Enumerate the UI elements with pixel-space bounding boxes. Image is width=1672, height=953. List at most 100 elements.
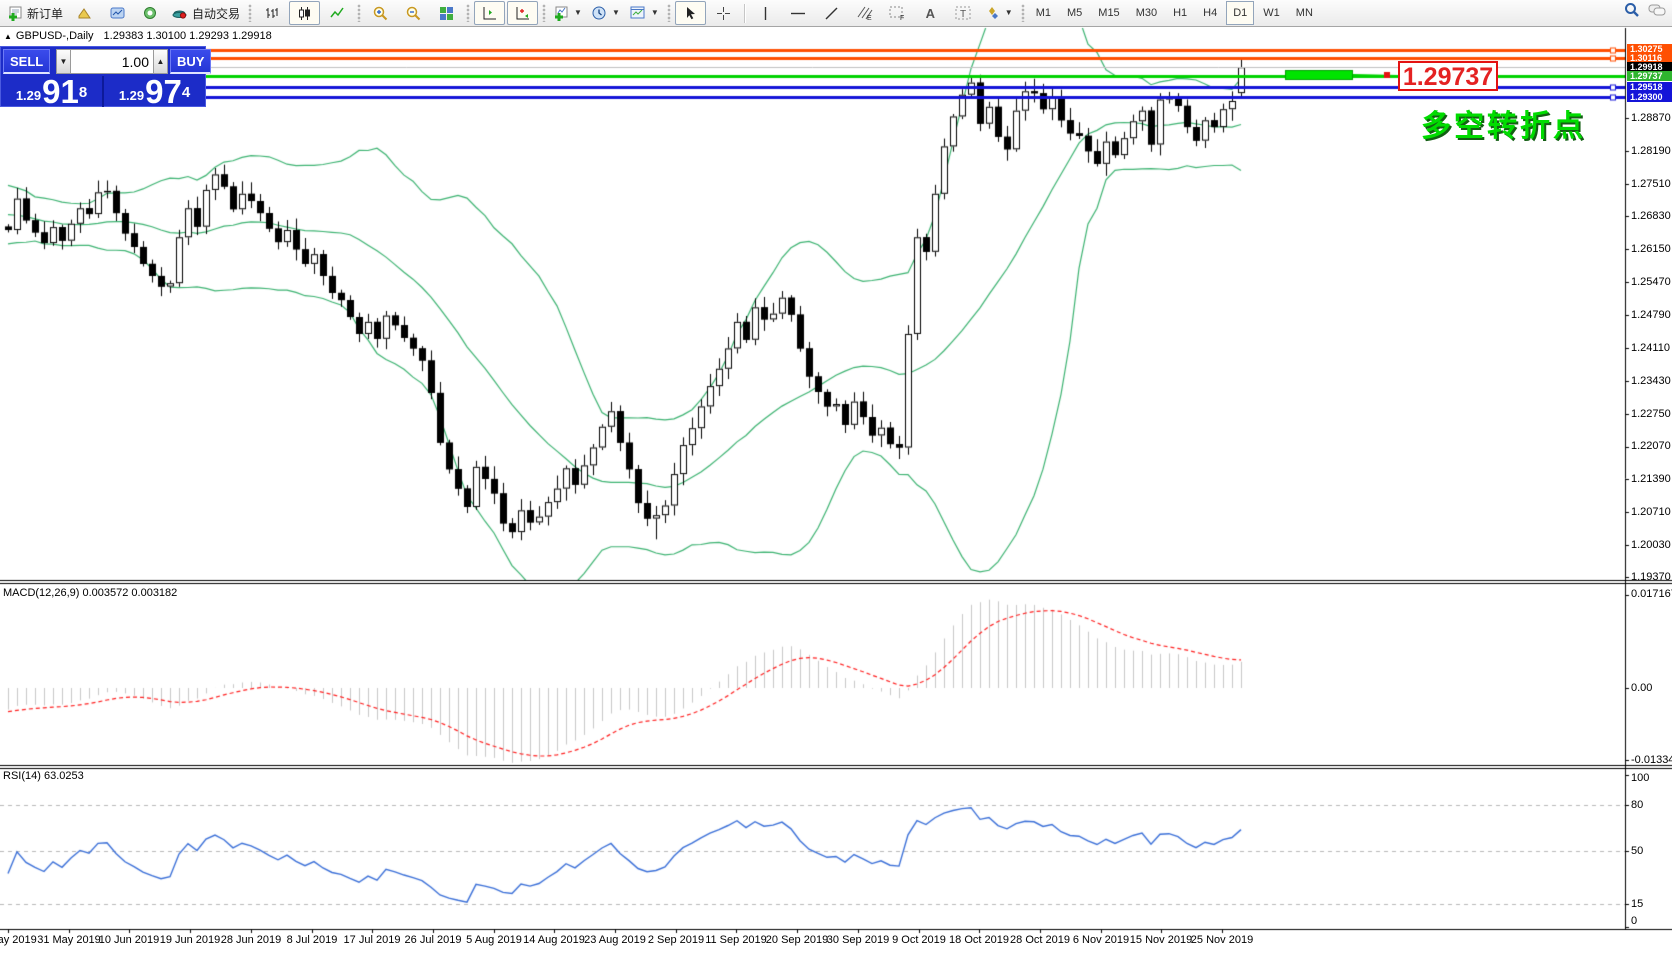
charts-window-icon	[110, 6, 126, 20]
svg-text:E: E	[867, 15, 872, 21]
date-label: 15 Nov 2019	[1130, 934, 1192, 946]
new-chart-icon	[554, 6, 569, 21]
main-toolbar: 新订单 自动交易 ▼ ▼ ▼ E F A T ▼ M1 M5 M15 M30 H…	[0, 0, 1672, 27]
search-icon[interactable]	[1624, 2, 1640, 18]
vertical-line-icon	[761, 6, 770, 21]
chat-icon[interactable]	[1648, 3, 1666, 18]
horizontal-line-icon	[790, 9, 806, 18]
rsi-scale-100: 100	[1631, 772, 1649, 784]
text-tool-button[interactable]: A	[915, 1, 946, 25]
volume-increase-button[interactable]: ▲	[153, 49, 168, 74]
shapes-dropdown[interactable]: ▼	[981, 1, 1017, 25]
date-label: 9 Oct 2019	[892, 934, 946, 946]
templates-dropdown[interactable]: ▼	[626, 1, 663, 25]
toolbar-grip	[357, 4, 361, 22]
buy-button[interactable]: BUY	[170, 49, 211, 74]
auto-scroll-icon	[482, 6, 497, 21]
charts-window-button[interactable]	[102, 1, 133, 25]
channel-icon: F	[889, 5, 906, 21]
date-label: 10 Jun 2019	[99, 934, 160, 946]
toolbar-grip	[248, 4, 252, 22]
zoom-in-button[interactable]	[365, 1, 396, 25]
data-window-button[interactable]	[135, 1, 166, 25]
zoom-out-icon	[406, 6, 422, 21]
timeframes-dropdown[interactable]: ▼	[588, 1, 624, 25]
text-icon: A	[926, 7, 935, 20]
price-tick: 1.22750	[1631, 408, 1671, 420]
price-badge: 1.29518	[1627, 82, 1672, 92]
timeframe-h1[interactable]: H1	[1166, 1, 1194, 25]
caret-down-icon: ▼	[612, 9, 620, 17]
tile-windows-button[interactable]	[431, 1, 462, 25]
bar-chart-mode-button[interactable]	[256, 1, 287, 25]
collapse-arrow-icon: ▲	[4, 32, 12, 41]
auto-scroll-button[interactable]	[474, 1, 505, 25]
price-tick: 1.20710	[1631, 506, 1671, 518]
volume-decrease-button[interactable]: ▼	[56, 49, 71, 74]
sell-button[interactable]: SELL	[3, 49, 50, 74]
volume-input[interactable]	[71, 49, 153, 74]
price-tick: 1.24790	[1631, 309, 1671, 321]
candlestick-mode-button[interactable]	[289, 1, 320, 25]
cursor-tool-button[interactable]	[675, 1, 706, 25]
macd-scale-top: 0.017167	[1631, 588, 1672, 600]
timeframe-h4[interactable]: H4	[1196, 1, 1224, 25]
clock-icon	[592, 6, 607, 21]
market-watch-button[interactable]	[69, 1, 100, 25]
svg-text:T: T	[960, 9, 966, 20]
trendline-icon	[824, 6, 839, 21]
auto-trading-button[interactable]: 自动交易	[168, 1, 244, 25]
price-badge: 1.29300	[1627, 92, 1672, 102]
price-callout-box[interactable]: 1.29737	[1398, 61, 1498, 91]
toolbar-grip	[542, 4, 546, 22]
timeframe-w1[interactable]: W1	[1256, 1, 1287, 25]
price-tick: 1.25470	[1631, 276, 1671, 288]
market-watch-icon	[77, 6, 93, 20]
timeframe-m15[interactable]: M15	[1091, 1, 1126, 25]
caret-down-icon: ▼	[574, 9, 582, 17]
zoom-out-button[interactable]	[398, 1, 429, 25]
one-click-trading-panel: SELL ▼ ▲ BUY 1.29918 1.29974	[0, 46, 206, 107]
new-order-button[interactable]: 新订单	[4, 1, 67, 25]
trendline-tool-button[interactable]	[816, 1, 847, 25]
vertical-line-tool-button[interactable]	[750, 1, 781, 25]
date-label: 17 Jul 2019	[344, 934, 401, 946]
template-icon	[630, 6, 646, 20]
zoom-in-icon	[373, 6, 389, 21]
cursor-icon	[684, 6, 697, 20]
ohlc-readout: 1.29383 1.30100 1.29293 1.29918	[104, 30, 272, 42]
toolbar-grip	[1021, 4, 1025, 22]
buy-price-display[interactable]: 1.29974	[104, 76, 205, 107]
horizontal-line-tool-button[interactable]	[783, 1, 814, 25]
text-label-tool-button[interactable]: T	[948, 1, 979, 25]
date-label: 28 Oct 2019	[1010, 934, 1070, 946]
timeframe-mn[interactable]: MN	[1289, 1, 1320, 25]
caret-down-icon: ▼	[651, 9, 659, 17]
price-badge: 1.29737	[1627, 71, 1672, 81]
rsi-label: RSI(14) 63.0253	[3, 770, 84, 782]
macd-scale-zero: 0.00	[1631, 682, 1652, 694]
timeframe-d1[interactable]: D1	[1226, 1, 1254, 25]
rsi-scale-80: 80	[1631, 799, 1643, 811]
price-tick: 1.24110	[1631, 342, 1670, 354]
channel-tool-button[interactable]: F	[882, 1, 913, 25]
toolbar-grip	[466, 4, 470, 22]
date-label: 31 May 2019	[37, 934, 101, 946]
chart-shift-button[interactable]	[507, 1, 538, 25]
new-chart-dropdown[interactable]: ▼	[550, 1, 586, 25]
macd-label: MACD(12,26,9) 0.003572 0.003182	[3, 587, 177, 599]
auto-trading-icon	[172, 6, 188, 21]
fibonacci-tool-button[interactable]: E	[849, 1, 880, 25]
crosshair-tool-button[interactable]	[708, 1, 739, 25]
price-tick: 1.22070	[1631, 440, 1671, 452]
timeframe-m30[interactable]: M30	[1129, 1, 1164, 25]
date-label: 14 Aug 2019	[523, 934, 585, 946]
timeframe-m5[interactable]: M5	[1060, 1, 1089, 25]
date-label: 26 Jul 2019	[405, 934, 462, 946]
line-chart-icon	[330, 6, 345, 21]
sell-price-display[interactable]: 1.29918	[1, 76, 104, 107]
rsi-scale-0: 0	[1631, 915, 1637, 927]
toolbar-separator	[744, 4, 745, 23]
timeframe-m1[interactable]: M1	[1029, 1, 1058, 25]
line-chart-mode-button[interactable]	[322, 1, 353, 25]
